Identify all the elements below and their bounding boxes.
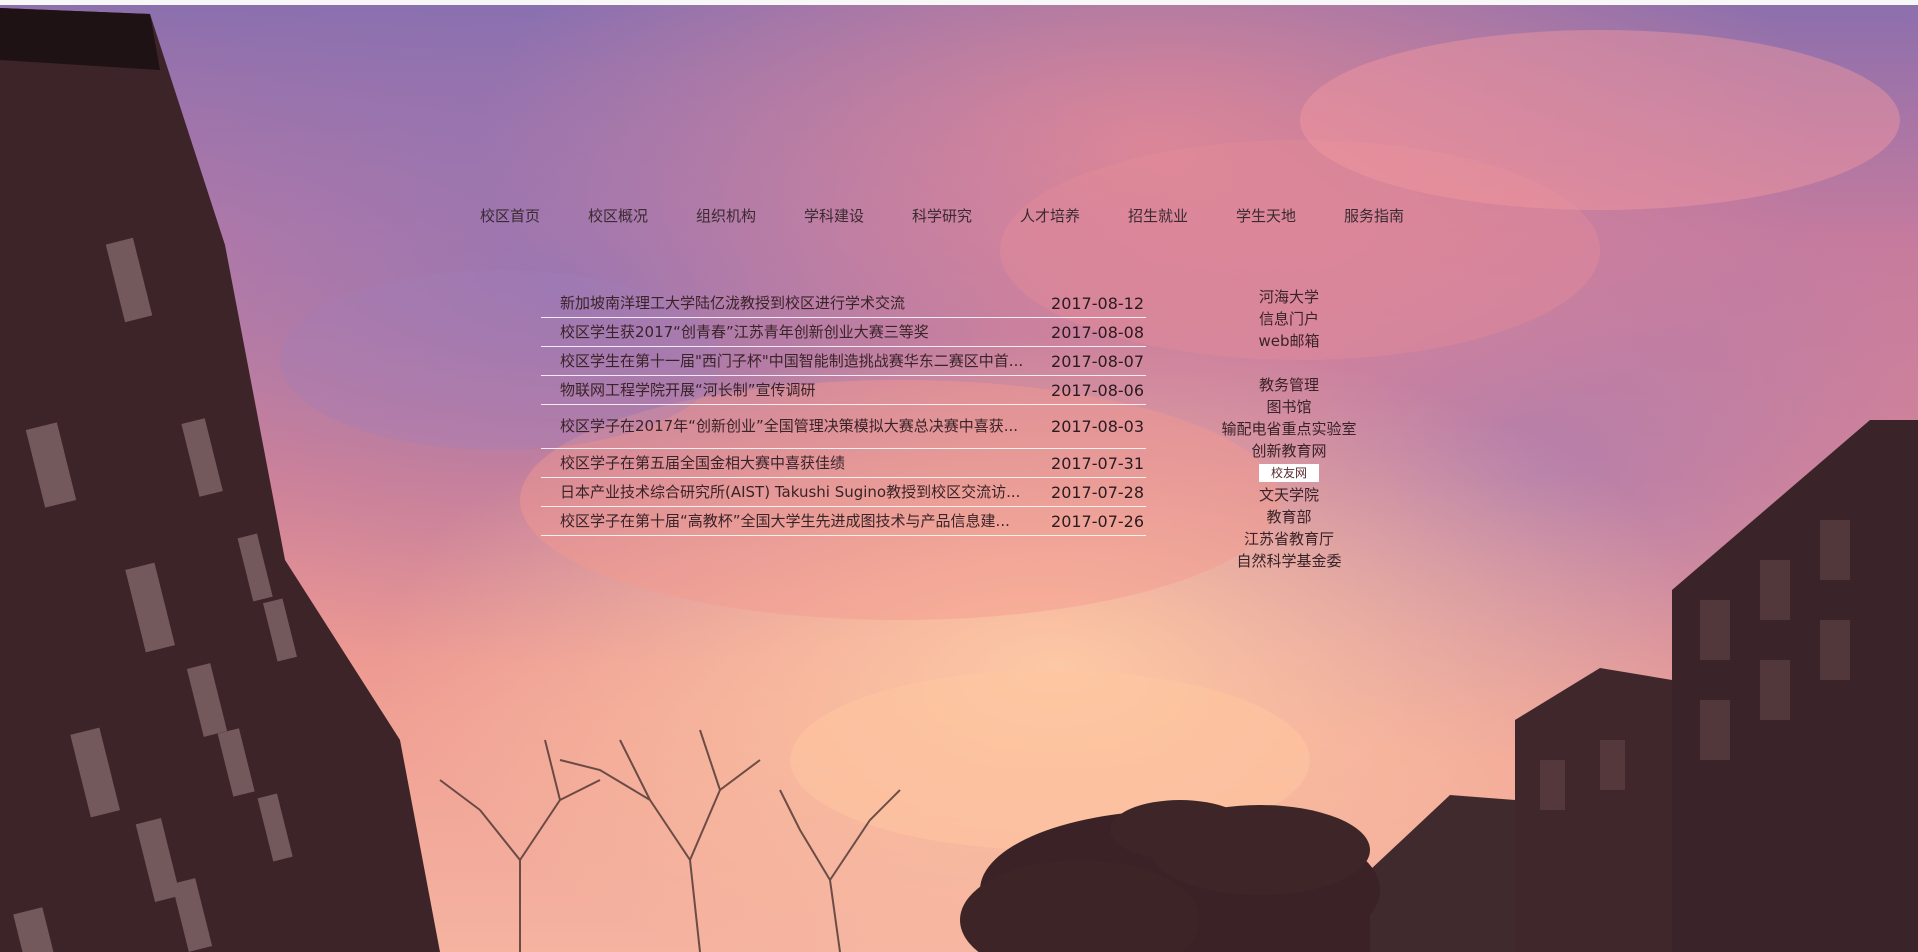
news-date: 2017-08-07 [1051, 351, 1144, 371]
news-date: 2017-07-26 [1051, 511, 1144, 531]
news-date: 2017-08-08 [1051, 322, 1144, 342]
nav-education[interactable]: 人才培养 [1020, 203, 1128, 229]
news-row[interactable]: 校区学子在第十届“高教杯”全国大学生先进成图技术与产品信息建... 2017-0… [541, 507, 1146, 536]
link-library[interactable]: 图书馆 [1189, 396, 1389, 418]
news-row[interactable]: 物联网工程学院开展“河长制”宣传调研 2017-08-06 [541, 376, 1146, 405]
nav-organization[interactable]: 组织机构 [696, 203, 804, 229]
link-info-portal[interactable]: 信息门户 [1189, 308, 1389, 330]
news-title[interactable]: 物联网工程学院开展“河长制”宣传调研 [560, 382, 1051, 399]
news-row[interactable]: 校区学子在2017年“创新创业”全国管理决策模拟大赛总决赛中喜获... 2017… [541, 405, 1146, 449]
top-strip [0, 0, 1918, 5]
nav-overview[interactable]: 校区概况 [588, 203, 696, 229]
news-list: 新加坡南洋理工大学陆亿泷教授到校区进行学术交流 2017-08-12 校区学生获… [541, 289, 1146, 536]
nav-students[interactable]: 学生天地 [1236, 203, 1344, 229]
link-web-mail[interactable]: web邮箱 [1189, 330, 1389, 352]
news-title[interactable]: 校区学生在第十一届"西门子杯"中国智能制造挑战赛华东二赛区中首... [560, 353, 1051, 370]
news-title[interactable]: 日本产业技术综合研究所(AIST) Takushi Sugino教授到校区交流访… [560, 484, 1051, 501]
link-hohai-university[interactable]: 河海大学 [1189, 286, 1389, 308]
quick-links: 河海大学 信息门户 web邮箱 教务管理 图书馆 输配电省重点实验室 创新教育网… [1189, 286, 1389, 572]
news-date: 2017-07-31 [1051, 453, 1144, 473]
news-title[interactable]: 校区学子在2017年“创新创业”全国管理决策模拟大赛总决赛中喜获... [560, 418, 1051, 435]
link-alumni[interactable]: 校友网 [1258, 464, 1319, 482]
link-wentian-college[interactable]: 文天学院 [1189, 484, 1389, 506]
link-power-lab[interactable]: 输配电省重点实验室 [1189, 418, 1389, 440]
nav-disciplines[interactable]: 学科建设 [804, 203, 912, 229]
nav-research[interactable]: 科学研究 [912, 203, 1020, 229]
news-row[interactable]: 新加坡南洋理工大学陆亿泷教授到校区进行学术交流 2017-08-12 [541, 289, 1146, 318]
main-nav: 校区首页 校区概况 组织机构 学科建设 科学研究 人才培养 招生就业 学生天地 … [480, 203, 1424, 229]
news-row[interactable]: 校区学生获2017“创青春”江苏青年创新创业大赛三等奖 2017-08-08 [541, 318, 1146, 347]
nav-admissions[interactable]: 招生就业 [1128, 203, 1236, 229]
link-nsfc[interactable]: 自然科学基金委 [1189, 550, 1389, 572]
nav-services[interactable]: 服务指南 [1344, 203, 1424, 229]
news-title[interactable]: 新加坡南洋理工大学陆亿泷教授到校区进行学术交流 [560, 295, 1051, 312]
news-row[interactable]: 校区学子在第五届全国金相大赛中喜获佳绩 2017-07-31 [541, 449, 1146, 478]
link-spacer [1189, 352, 1389, 374]
news-title[interactable]: 校区学子在第五届全国金相大赛中喜获佳绩 [560, 455, 1051, 472]
link-ministry-education[interactable]: 教育部 [1189, 506, 1389, 528]
page: 校区首页 校区概况 组织机构 学科建设 科学研究 人才培养 招生就业 学生天地 … [0, 0, 1918, 952]
news-title[interactable]: 校区学子在第十届“高教杯”全国大学生先进成图技术与产品信息建... [560, 513, 1051, 530]
nav-home[interactable]: 校区首页 [480, 203, 588, 229]
news-date: 2017-08-03 [1051, 417, 1144, 436]
news-date: 2017-08-06 [1051, 380, 1144, 400]
news-title[interactable]: 校区学生获2017“创青春”江苏青年创新创业大赛三等奖 [560, 324, 1051, 341]
link-jiangsu-education[interactable]: 江苏省教育厅 [1189, 528, 1389, 550]
news-date: 2017-08-12 [1051, 293, 1144, 313]
link-academic-affairs[interactable]: 教务管理 [1189, 374, 1389, 396]
link-innovation-education[interactable]: 创新教育网 [1189, 440, 1389, 462]
news-row[interactable]: 日本产业技术综合研究所(AIST) Takushi Sugino教授到校区交流访… [541, 478, 1146, 507]
news-row[interactable]: 校区学生在第十一届"西门子杯"中国智能制造挑战赛华东二赛区中首... 2017-… [541, 347, 1146, 376]
news-date: 2017-07-28 [1051, 482, 1144, 502]
